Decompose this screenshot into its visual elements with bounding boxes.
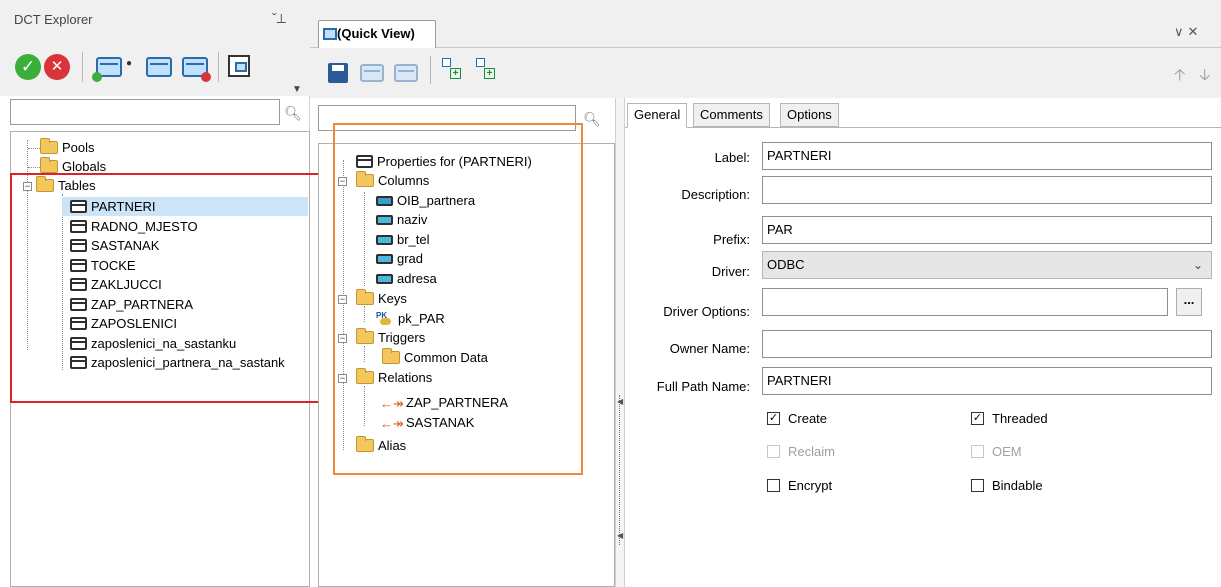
tree-connector — [28, 148, 40, 149]
bindable-checkbox[interactable]: Bindable — [971, 477, 1043, 495]
checkbox-icon — [767, 479, 780, 493]
prefix-caption: Prefix: — [713, 232, 750, 247]
label-field[interactable]: PARTNERI — [762, 142, 1212, 170]
check-icon[interactable]: ✓ — [15, 54, 41, 80]
label-caption: Label: — [714, 150, 750, 165]
quickview-tabstrip — [310, 0, 1221, 48]
tab-comments[interactable]: Comments — [693, 103, 770, 127]
tab-quick-view[interactable]: (Quick View) — [318, 20, 436, 49]
search-icon[interactable]: 🔍︎ — [283, 103, 303, 123]
splitter-grip[interactable] — [619, 395, 620, 545]
driver-options-field[interactable] — [762, 288, 1168, 316]
toolbar-separator — [218, 52, 219, 82]
driver-value: ODBC — [767, 257, 805, 272]
expand-fields-icon[interactable]: + — [442, 58, 464, 79]
overflow-icon[interactable]: ▼ — [292, 84, 302, 95]
full-path-field[interactable]: PARTNERI — [762, 367, 1212, 395]
toolbar-separator — [82, 52, 83, 82]
dropdown-dot-icon[interactable]: ● — [126, 58, 132, 69]
checkbox-icon — [971, 479, 984, 493]
oem-checkbox[interactable]: OEM — [971, 443, 1022, 461]
owner-name-caption: Owner Name: — [669, 341, 750, 356]
folder-icon — [40, 157, 58, 174]
tab-options[interactable]: Options — [780, 103, 839, 127]
collapse-fields-icon[interactable]: + — [476, 58, 498, 79]
checkbox-checked-icon: ✓ — [971, 412, 984, 426]
toolbar-separator — [430, 56, 431, 84]
collapse-chevron-icon[interactable]: ∨ — [1174, 24, 1188, 39]
close-icon[interactable]: ✕ — [1188, 24, 1203, 39]
prefix-field[interactable]: PAR — [762, 216, 1212, 244]
add-table-icon[interactable] — [360, 64, 384, 82]
full-path-caption: Full Path Name: — [656, 379, 750, 394]
driver-select[interactable]: ODBC ⌄ — [762, 251, 1212, 279]
cancel-icon[interactable]: ✕ — [44, 54, 70, 80]
window-controls[interactable]: ∨✕ — [1174, 24, 1202, 40]
driver-caption: Driver: — [711, 264, 750, 279]
owner-name-field[interactable] — [762, 330, 1212, 358]
checkbox-checked-icon: ✓ — [767, 412, 780, 426]
add-table-icon[interactable] — [92, 57, 122, 82]
explorer-search-input[interactable] — [10, 99, 280, 125]
checkbox-icon — [767, 445, 780, 459]
delete-table-icon[interactable] — [182, 57, 211, 82]
driver-options-caption: Driver Options: — [663, 304, 750, 319]
move-up-icon[interactable]: 🡡 — [1174, 64, 1186, 91]
chevron-down-icon: ⌄ — [1192, 258, 1203, 272]
red-highlight-box — [10, 173, 324, 403]
table-icon — [323, 27, 337, 40]
pin-icon[interactable]: ˇ⟂ — [272, 10, 286, 27]
checkbox-icon — [971, 445, 984, 459]
orange-highlight-box — [333, 123, 583, 475]
insert-table-icon[interactable] — [146, 57, 172, 77]
threaded-checkbox[interactable]: ✓ Threaded — [971, 410, 1048, 428]
folder-icon — [40, 138, 58, 155]
remove-table-icon[interactable] — [394, 64, 418, 82]
explorer-title: DCT Explorer — [14, 12, 93, 27]
description-caption: Description: — [681, 187, 750, 202]
move-down-icon[interactable]: 🡣 — [1199, 64, 1211, 91]
driver-options-button[interactable]: ... — [1176, 288, 1202, 316]
reclaim-checkbox[interactable]: Reclaim — [767, 443, 835, 461]
save-icon[interactable] — [328, 63, 348, 83]
create-checkbox[interactable]: ✓ Create — [767, 410, 827, 428]
tab-quick-view-label: (Quick View) — [337, 26, 415, 41]
tree-connector — [28, 167, 40, 168]
description-field[interactable] — [762, 176, 1212, 204]
splitter-arrow-icon[interactable]: ◀ — [617, 397, 623, 406]
search-icon[interactable]: 🔍︎ — [582, 109, 602, 129]
splitter-arrow-icon[interactable]: ◀ — [617, 531, 623, 540]
copy-table-icon[interactable] — [228, 55, 250, 77]
tab-general[interactable]: General — [627, 103, 688, 128]
encrypt-checkbox[interactable]: Encrypt — [767, 477, 832, 495]
tree-item-pools[interactable]: Pools — [40, 138, 95, 157]
